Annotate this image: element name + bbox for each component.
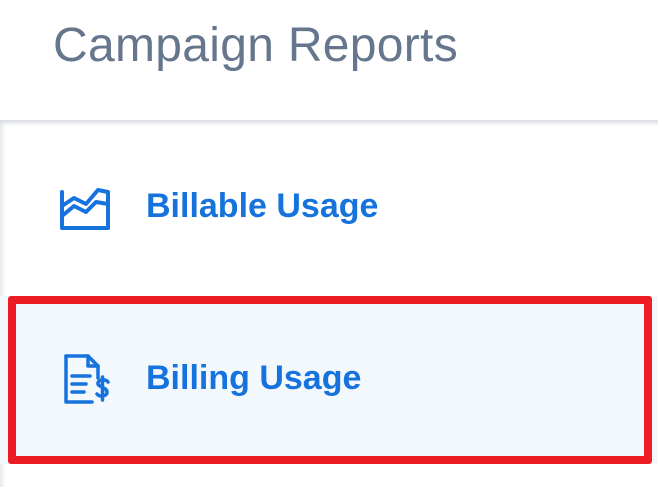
menu-item-label: Billable Usage (146, 187, 379, 225)
panel-header: Campaign Reports (0, 0, 658, 120)
area-chart-icon (58, 182, 112, 236)
menu-item-billing-usage[interactable]: Billing Usage (0, 296, 658, 464)
page-title: Campaign Reports (53, 19, 458, 72)
menu-item-billable-usage[interactable]: Billable Usage (0, 124, 658, 294)
menu-item-label: Billing Usage (146, 359, 362, 397)
invoice-dollar-icon (58, 352, 112, 406)
